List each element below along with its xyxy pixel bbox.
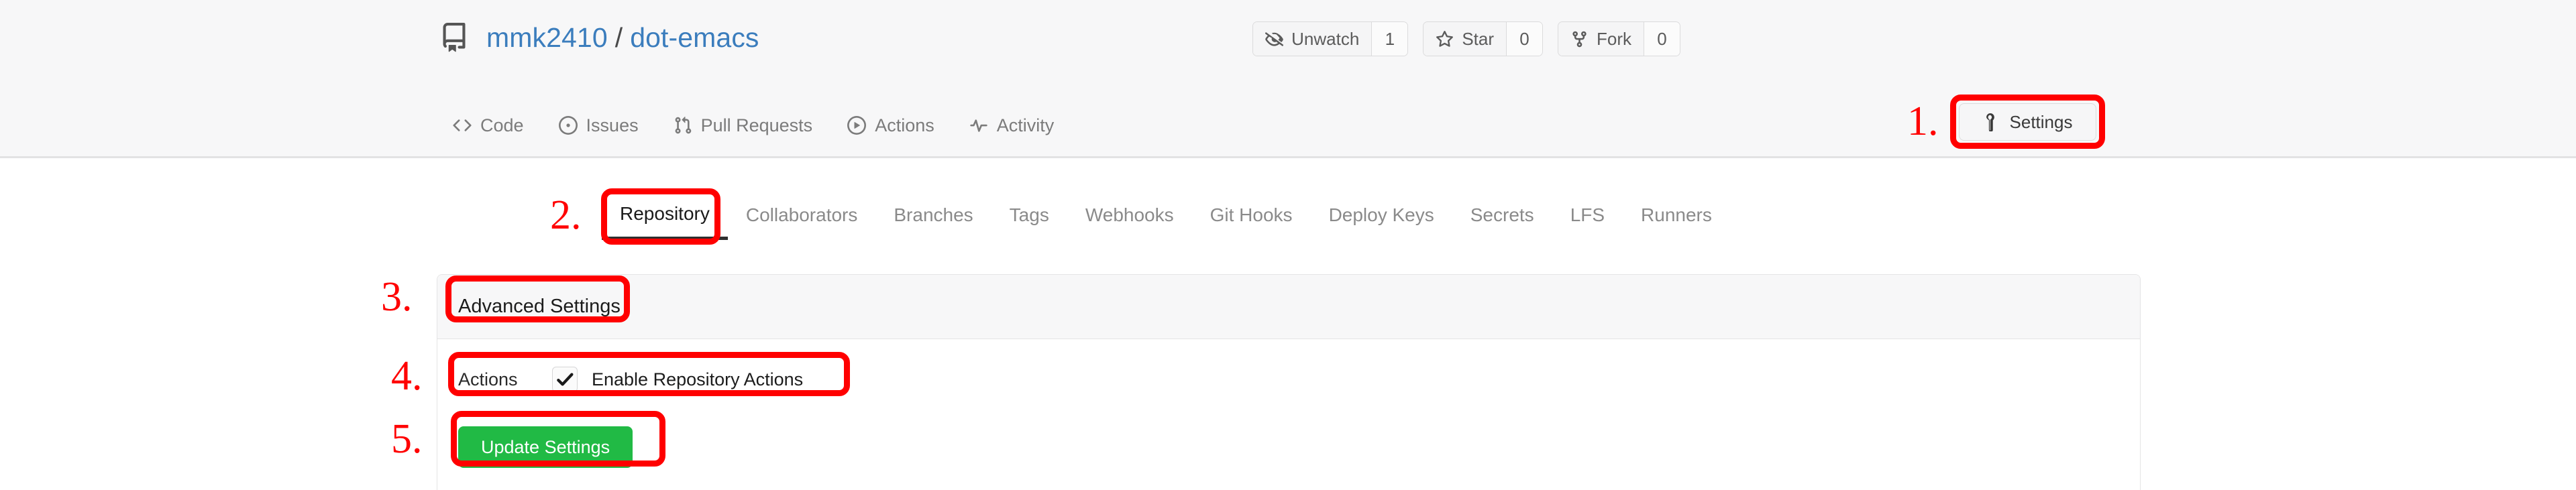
watch-count[interactable]: 1 [1371, 22, 1408, 56]
fork-button[interactable]: Fork [1558, 22, 1644, 56]
nav-tab-code[interactable]: Code [453, 115, 524, 136]
subtab-branches[interactable]: Branches [875, 204, 991, 240]
nav-tab-pull-requests-label: Pull Requests [700, 115, 813, 135]
nav-tab-activity-label: Activity [996, 115, 1055, 135]
nav-tab-actions[interactable]: Actions [847, 115, 934, 136]
advanced-settings-panel: Advanced Settings Actions Enable Reposit… [437, 274, 2141, 490]
subtab-webhooks[interactable]: Webhooks [1067, 204, 1192, 240]
fork-button-group: Fork 0 [1558, 21, 1680, 56]
repository-owner-link[interactable]: mmk2410 [486, 22, 608, 53]
advanced-settings-header: Advanced Settings [437, 275, 2140, 339]
repository-book-icon [439, 23, 486, 52]
checkbox-box[interactable] [552, 367, 578, 392]
actions-field-row: Actions Enable Repository Actions [458, 362, 2119, 397]
subtab-deploy-keys[interactable]: Deploy Keys [1311, 204, 1452, 240]
update-settings-button[interactable]: Update Settings [458, 426, 633, 468]
subtab-runners[interactable]: Runners [1623, 204, 1730, 240]
eye-slash-icon [1265, 30, 1291, 48]
play-circle-icon [847, 116, 875, 135]
nav-tab-code-label: Code [480, 115, 524, 135]
repository-path-separator: / [614, 22, 623, 53]
subtab-secrets[interactable]: Secrets [1452, 204, 1552, 240]
fork-icon [1570, 30, 1597, 48]
repository-settings-page: mmk2410/dot-emacs Unwatch 1 Star 0 Fork … [0, 0, 2576, 490]
subtab-lfs[interactable]: LFS [1552, 204, 1623, 240]
watch-button-group: Unwatch 1 [1252, 21, 1409, 56]
nav-tab-pull-requests[interactable]: Pull Requests [674, 115, 813, 136]
star-icon [1436, 30, 1462, 48]
enable-repository-actions-label: Enable Repository Actions [592, 369, 804, 389]
fork-label: Fork [1597, 28, 1631, 49]
settings-button-label: Settings [2009, 111, 2073, 132]
repository-title: mmk2410/dot-emacs [439, 19, 759, 56]
annotation-number-3: 3. [381, 274, 413, 320]
unwatch-label: Unwatch [1291, 28, 1360, 49]
subtab-collaborators[interactable]: Collaborators [728, 204, 876, 240]
repository-name-link[interactable]: dot-emacs [630, 22, 759, 53]
git-pull-request-icon [674, 116, 701, 135]
settings-button[interactable]: Settings [1959, 103, 2096, 141]
annotation-number-4: 4. [391, 353, 423, 399]
activity-pulse-icon [969, 116, 997, 135]
star-button[interactable]: Star [1424, 22, 1506, 56]
star-count[interactable]: 0 [1506, 22, 1542, 56]
repository-action-buttons: Unwatch 1 Star 0 Fork 0 [1252, 21, 1680, 56]
star-button-group: Star 0 [1423, 21, 1543, 56]
enable-repository-actions-checkbox[interactable]: Enable Repository Actions [552, 367, 803, 392]
subtab-git-hooks[interactable]: Git Hooks [1192, 204, 1311, 240]
star-label: Star [1462, 28, 1494, 49]
subtab-tags[interactable]: Tags [991, 204, 1067, 240]
annotation-number-2: 2. [550, 192, 582, 238]
repository-nav-tabs: Code Issues Pull Requests Actions Activi… [453, 106, 1054, 145]
advanced-settings-body: Actions Enable Repository Actions Update… [437, 339, 2140, 468]
nav-tab-actions-label: Actions [875, 115, 934, 135]
nav-tab-activity[interactable]: Activity [969, 115, 1055, 136]
settings-subtabs: Repository Collaborators Branches Tags W… [602, 193, 1730, 240]
repository-path: mmk2410/dot-emacs [486, 22, 759, 53]
fork-count[interactable]: 0 [1644, 22, 1680, 56]
nav-tab-issues[interactable]: Issues [558, 115, 639, 136]
wrench-icon [1983, 113, 2010, 131]
unwatch-button[interactable]: Unwatch [1253, 22, 1372, 56]
actions-field-label: Actions [458, 369, 518, 389]
issue-opened-icon [558, 116, 586, 135]
code-icon [453, 116, 480, 135]
nav-tab-issues-label: Issues [586, 115, 639, 135]
annotation-number-5: 5. [391, 416, 423, 462]
subtab-repository[interactable]: Repository [602, 203, 728, 240]
